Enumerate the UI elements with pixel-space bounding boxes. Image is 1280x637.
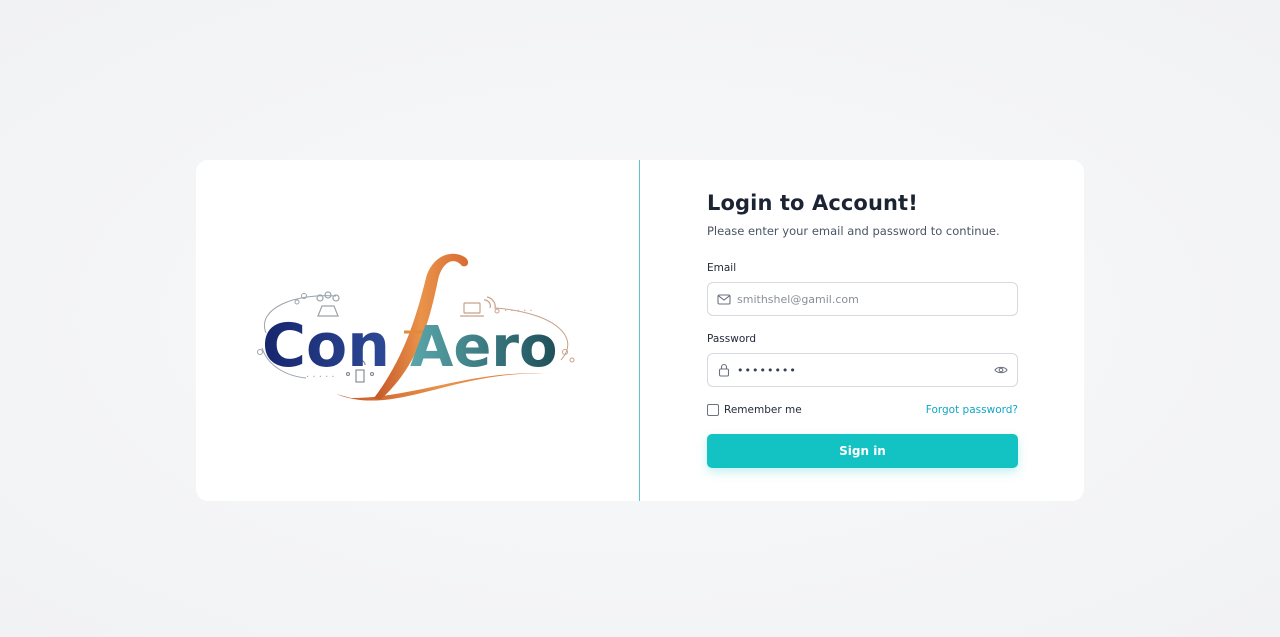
remember-checkbox[interactable] bbox=[707, 404, 719, 416]
remember-me[interactable]: Remember me bbox=[707, 404, 802, 416]
forgot-password-link[interactable]: Forgot password? bbox=[926, 404, 1018, 416]
sign-in-button[interactable]: Sign in bbox=[707, 434, 1018, 468]
login-panel: Login to Account! Please enter your emai… bbox=[640, 160, 1084, 501]
brand-con: Con bbox=[262, 311, 390, 381]
password-field[interactable] bbox=[707, 353, 1018, 387]
confaero-logo: · · · · · · · · · · Con Aero bbox=[257, 253, 575, 401]
email-input[interactable] bbox=[737, 283, 1017, 315]
brand-aero: Aero bbox=[410, 315, 557, 380]
password-label: Password bbox=[707, 333, 757, 345]
login-title: Login to Account! bbox=[707, 191, 918, 215]
lock-icon bbox=[717, 363, 731, 377]
mail-icon bbox=[717, 292, 731, 306]
brand-panel: · · · · · · · · · · Con Aero bbox=[196, 160, 640, 501]
remember-label: Remember me bbox=[724, 404, 802, 416]
login-subtitle: Please enter your email and password to … bbox=[707, 224, 1000, 238]
password-input[interactable] bbox=[737, 354, 994, 386]
email-label: Email bbox=[707, 262, 737, 274]
login-card: · · · · · · · · · · Con Aero Login to Ac… bbox=[196, 160, 1084, 501]
eye-icon[interactable] bbox=[994, 363, 1008, 377]
email-field[interactable] bbox=[707, 282, 1018, 316]
laptop-icon bbox=[460, 296, 496, 317]
